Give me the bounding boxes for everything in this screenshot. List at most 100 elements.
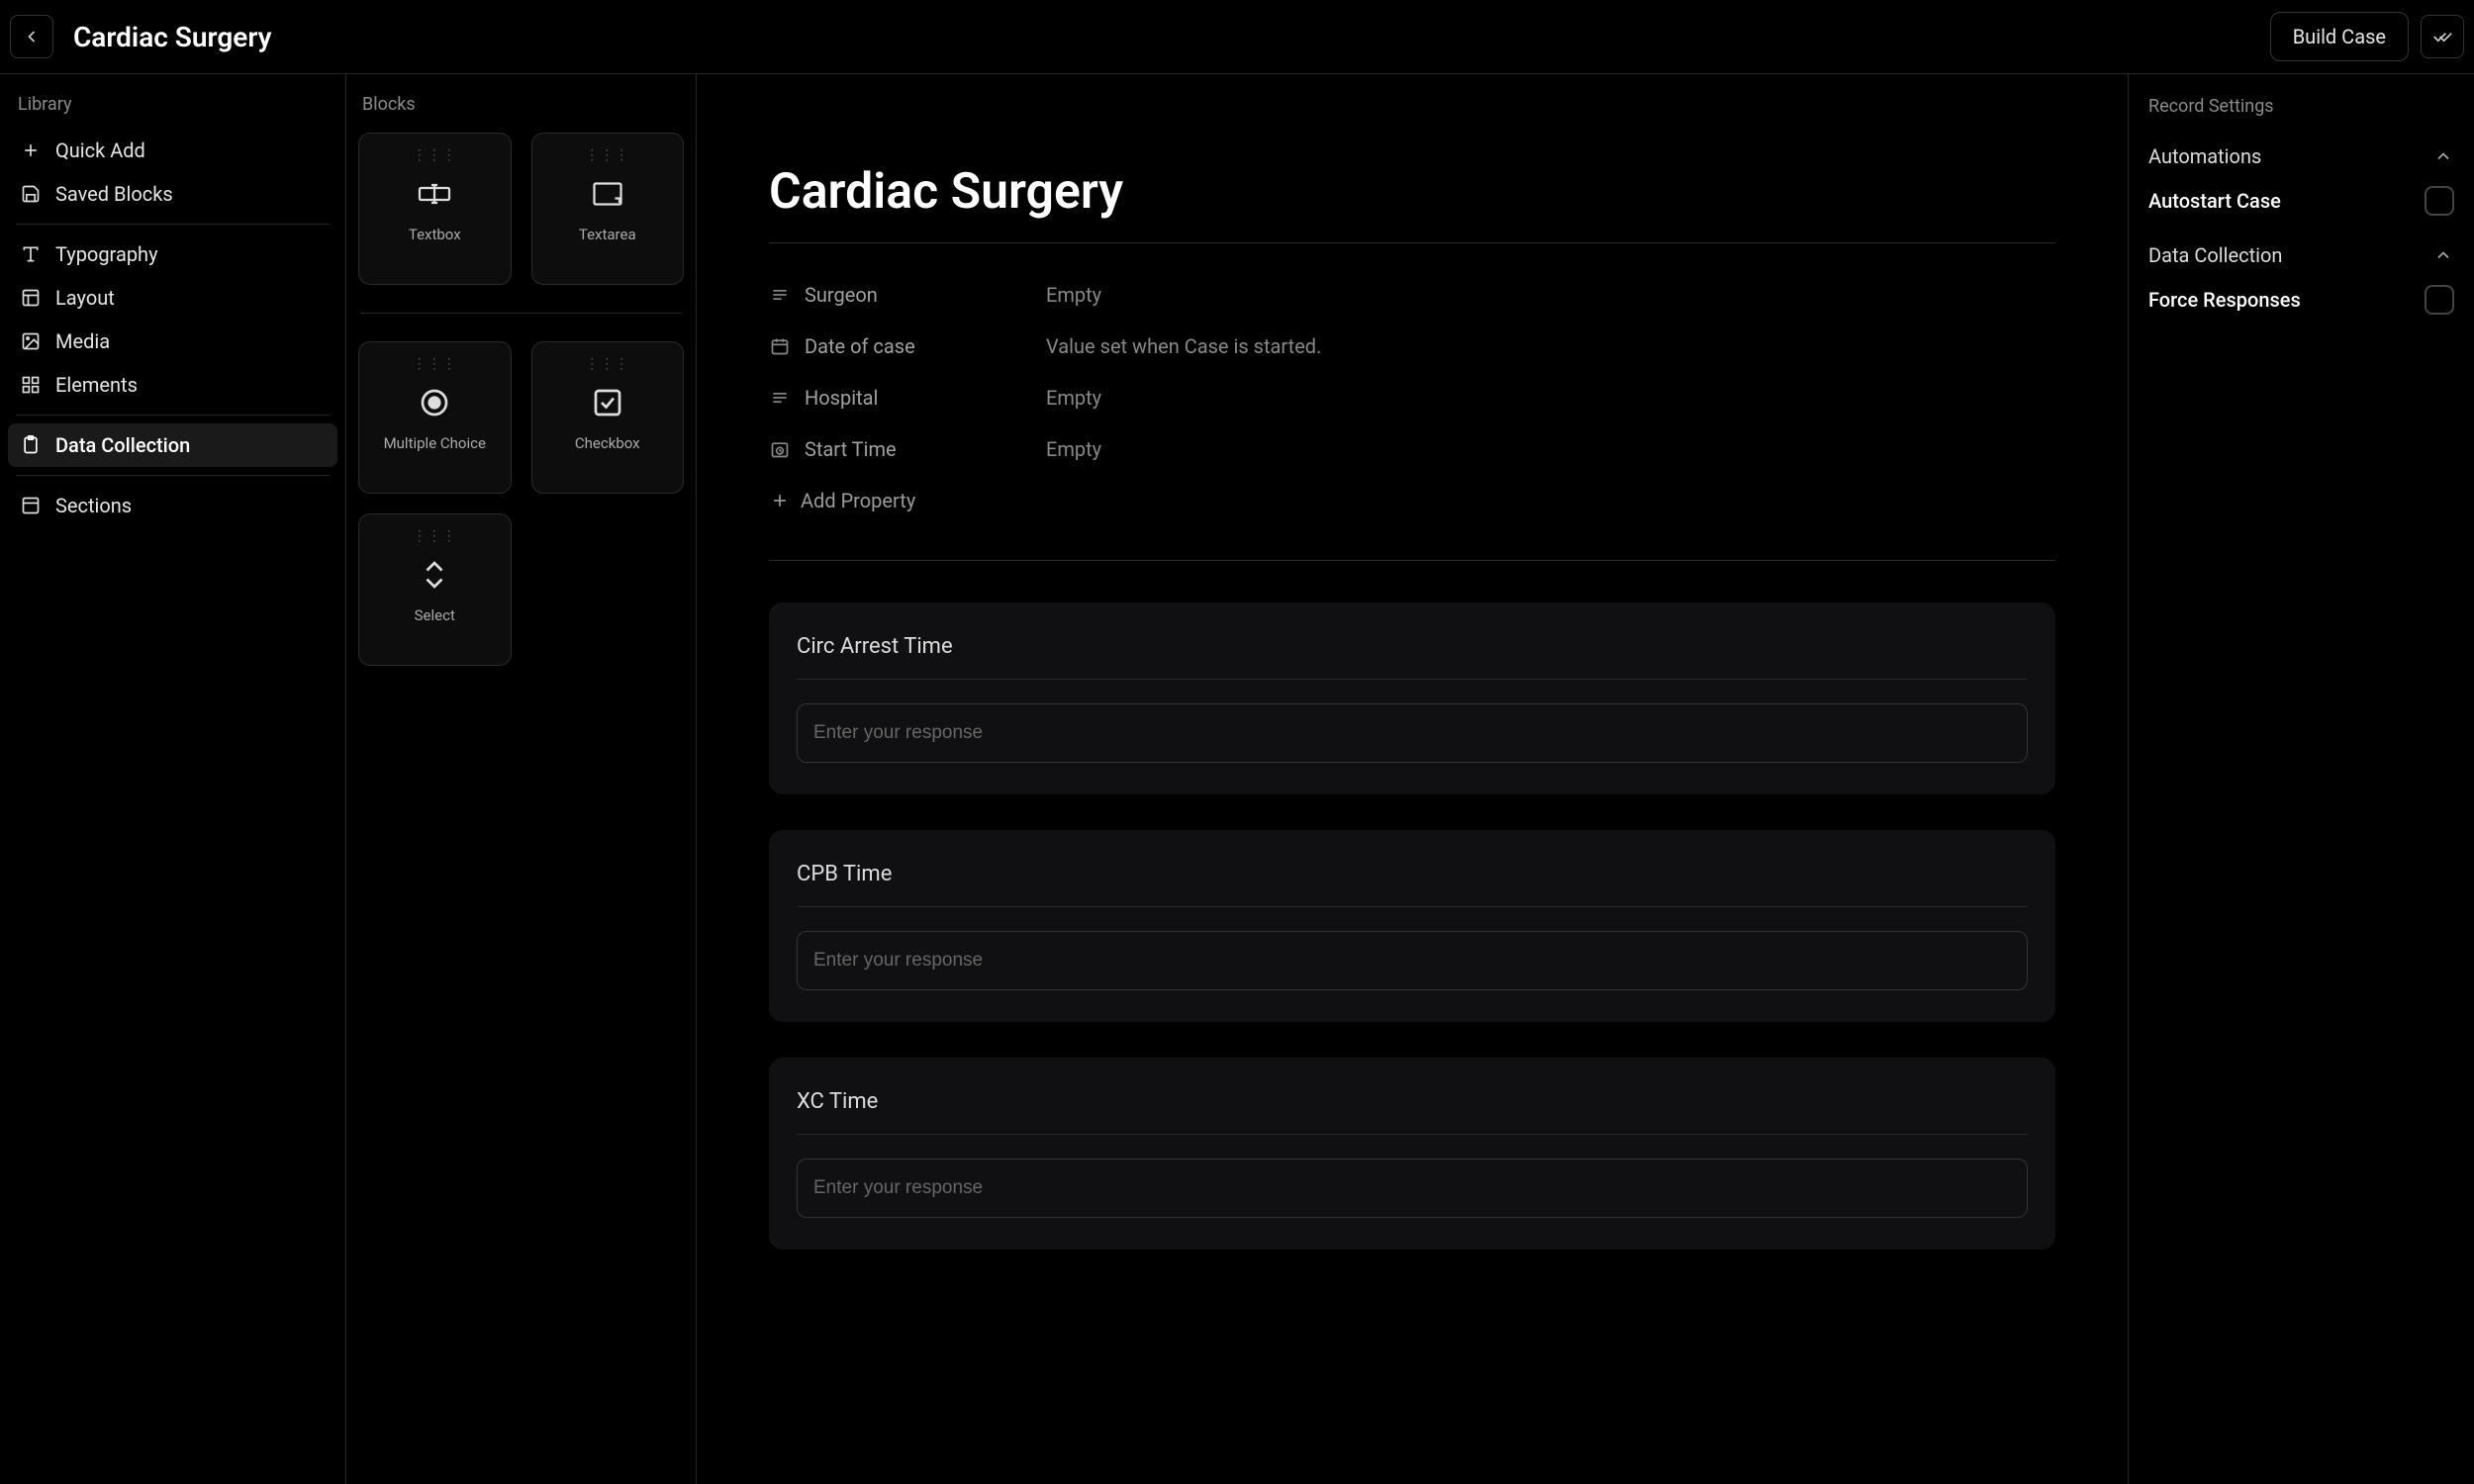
library-elements[interactable]: Elements xyxy=(8,363,337,407)
form-card-xc[interactable]: XC Time xyxy=(769,1058,2055,1250)
library-item-label: Media xyxy=(55,329,110,353)
form-card-circ-arrest[interactable]: Circ Arrest Time xyxy=(769,603,2055,794)
block-label: Checkbox xyxy=(575,434,640,452)
property-row-date[interactable]: Date of case Value set when Case is star… xyxy=(769,321,2055,372)
settings-data-collection-header[interactable]: Data Collection xyxy=(2148,237,2454,277)
settings-row-label: Autostart Case xyxy=(2148,189,2281,213)
textarea-icon xyxy=(588,174,627,214)
drag-handle-icon: ⋮⋮⋮ xyxy=(413,356,457,372)
drag-handle-icon: ⋮⋮⋮ xyxy=(413,528,457,544)
settings-heading: Record Settings xyxy=(2148,96,2454,117)
library-item-label: Data Collection xyxy=(55,433,190,457)
image-icon xyxy=(20,330,42,352)
select-icon xyxy=(415,555,454,595)
settings-autostart-row: Autostart Case xyxy=(2148,178,2454,237)
property-label-text: Date of case xyxy=(805,334,915,358)
canvas: Cardiac Surgery Surgeon Empty Date of ca… xyxy=(697,74,2128,1484)
section-icon xyxy=(20,495,42,516)
settings-section-label: Data Collection xyxy=(2148,243,2282,267)
property-row-hospital[interactable]: Hospital Empty xyxy=(769,372,2055,423)
autostart-checkbox[interactable] xyxy=(2425,186,2454,216)
text-lines-icon xyxy=(769,387,791,409)
add-property-label: Add Property xyxy=(801,489,915,512)
library-item-label: Sections xyxy=(55,494,132,517)
settings-automations-header[interactable]: Automations xyxy=(2148,139,2454,178)
library-saved-blocks[interactable]: Saved Blocks xyxy=(8,172,337,216)
property-row-start-time[interactable]: Start Time Empty xyxy=(769,423,2055,475)
library-sections[interactable]: Sections xyxy=(8,484,337,527)
block-label: Select xyxy=(415,606,455,624)
radio-icon xyxy=(415,383,454,422)
settings-force-responses-row: Force Responses xyxy=(2148,277,2454,336)
drag-handle-icon: ⋮⋮⋮ xyxy=(585,147,629,163)
block-label: Multiple Choice xyxy=(384,434,486,452)
plus-icon xyxy=(20,139,42,161)
block-checkbox[interactable]: ⋮⋮⋮ Checkbox xyxy=(531,341,685,494)
clipboard-icon xyxy=(20,434,42,456)
divider xyxy=(16,224,330,225)
property-value: Empty xyxy=(1046,386,1101,410)
back-button[interactable] xyxy=(10,15,53,58)
chevron-left-icon xyxy=(21,26,43,47)
library-panel: Library Quick Add Saved Blocks Typograph… xyxy=(0,74,346,1484)
calendar-icon xyxy=(769,335,791,357)
block-select[interactable]: ⋮⋮⋮ Select xyxy=(358,513,512,666)
force-responses-checkbox[interactable] xyxy=(2425,285,2454,315)
page-title: Cardiac Surgery xyxy=(73,21,272,53)
block-textarea[interactable]: ⋮⋮⋮ Textarea xyxy=(531,133,685,285)
drag-handle-icon: ⋮⋮⋮ xyxy=(585,356,629,372)
add-property-button[interactable]: Add Property xyxy=(769,475,2055,526)
double-check-icon xyxy=(2431,26,2453,47)
divider xyxy=(16,415,330,416)
save-icon xyxy=(20,183,42,205)
library-quick-add[interactable]: Quick Add xyxy=(8,129,337,172)
layout-icon xyxy=(20,287,42,309)
response-input[interactable] xyxy=(797,1159,2028,1218)
build-case-button[interactable]: Build Case xyxy=(2270,12,2409,61)
topbar: Cardiac Surgery Build Case xyxy=(0,0,2474,74)
grid-icon xyxy=(20,374,42,396)
drag-handle-icon: ⋮⋮⋮ xyxy=(413,147,457,163)
property-value: Empty xyxy=(1046,437,1101,461)
property-row-surgeon[interactable]: Surgeon Empty xyxy=(769,269,2055,321)
block-multiple-choice[interactable]: ⋮⋮⋮ Multiple Choice xyxy=(358,341,512,494)
confirm-button[interactable] xyxy=(2421,15,2464,58)
property-value: Value set when Case is started. xyxy=(1046,334,1321,358)
divider xyxy=(16,475,330,476)
library-layout[interactable]: Layout xyxy=(8,276,337,320)
settings-section-label: Automations xyxy=(2148,144,2261,168)
plus-icon xyxy=(769,490,791,511)
textbox-icon xyxy=(415,174,454,214)
chevron-up-icon xyxy=(2432,145,2454,167)
blocks-heading: Blocks xyxy=(358,88,684,133)
form-card-title: Circ Arrest Time xyxy=(797,634,2028,680)
block-label: Textbox xyxy=(409,226,461,243)
canvas-title[interactable]: Cardiac Surgery xyxy=(769,163,2055,243)
form-card-title: XC Time xyxy=(797,1089,2028,1135)
library-data-collection[interactable]: Data Collection xyxy=(8,423,337,467)
block-textbox[interactable]: ⋮⋮⋮ Textbox xyxy=(358,133,512,285)
settings-row-label: Force Responses xyxy=(2148,288,2301,312)
property-label-text: Surgeon xyxy=(805,283,878,307)
clock-icon xyxy=(769,438,791,460)
divider xyxy=(360,313,682,314)
response-input[interactable] xyxy=(797,931,2028,990)
chevron-up-icon xyxy=(2432,244,2454,266)
property-value: Empty xyxy=(1046,283,1101,307)
checkbox-icon xyxy=(588,383,627,422)
library-item-label: Layout xyxy=(55,286,115,310)
blocks-panel: Blocks ⋮⋮⋮ Textbox ⋮⋮⋮ Textarea ⋮⋮⋮ xyxy=(346,74,697,1484)
library-media[interactable]: Media xyxy=(8,320,337,363)
block-label: Textarea xyxy=(579,226,636,243)
property-label-text: Start Time xyxy=(805,437,897,461)
library-item-label: Saved Blocks xyxy=(55,182,173,206)
divider xyxy=(769,560,2055,561)
form-card-cpb[interactable]: CPB Time xyxy=(769,830,2055,1022)
library-heading: Library xyxy=(8,88,337,129)
library-item-label: Elements xyxy=(55,373,138,397)
property-label-text: Hospital xyxy=(805,386,878,410)
library-typography[interactable]: Typography xyxy=(8,232,337,276)
response-input[interactable] xyxy=(797,703,2028,763)
settings-panel: Record Settings Automations Autostart Ca… xyxy=(2128,74,2474,1484)
type-icon xyxy=(20,243,42,265)
